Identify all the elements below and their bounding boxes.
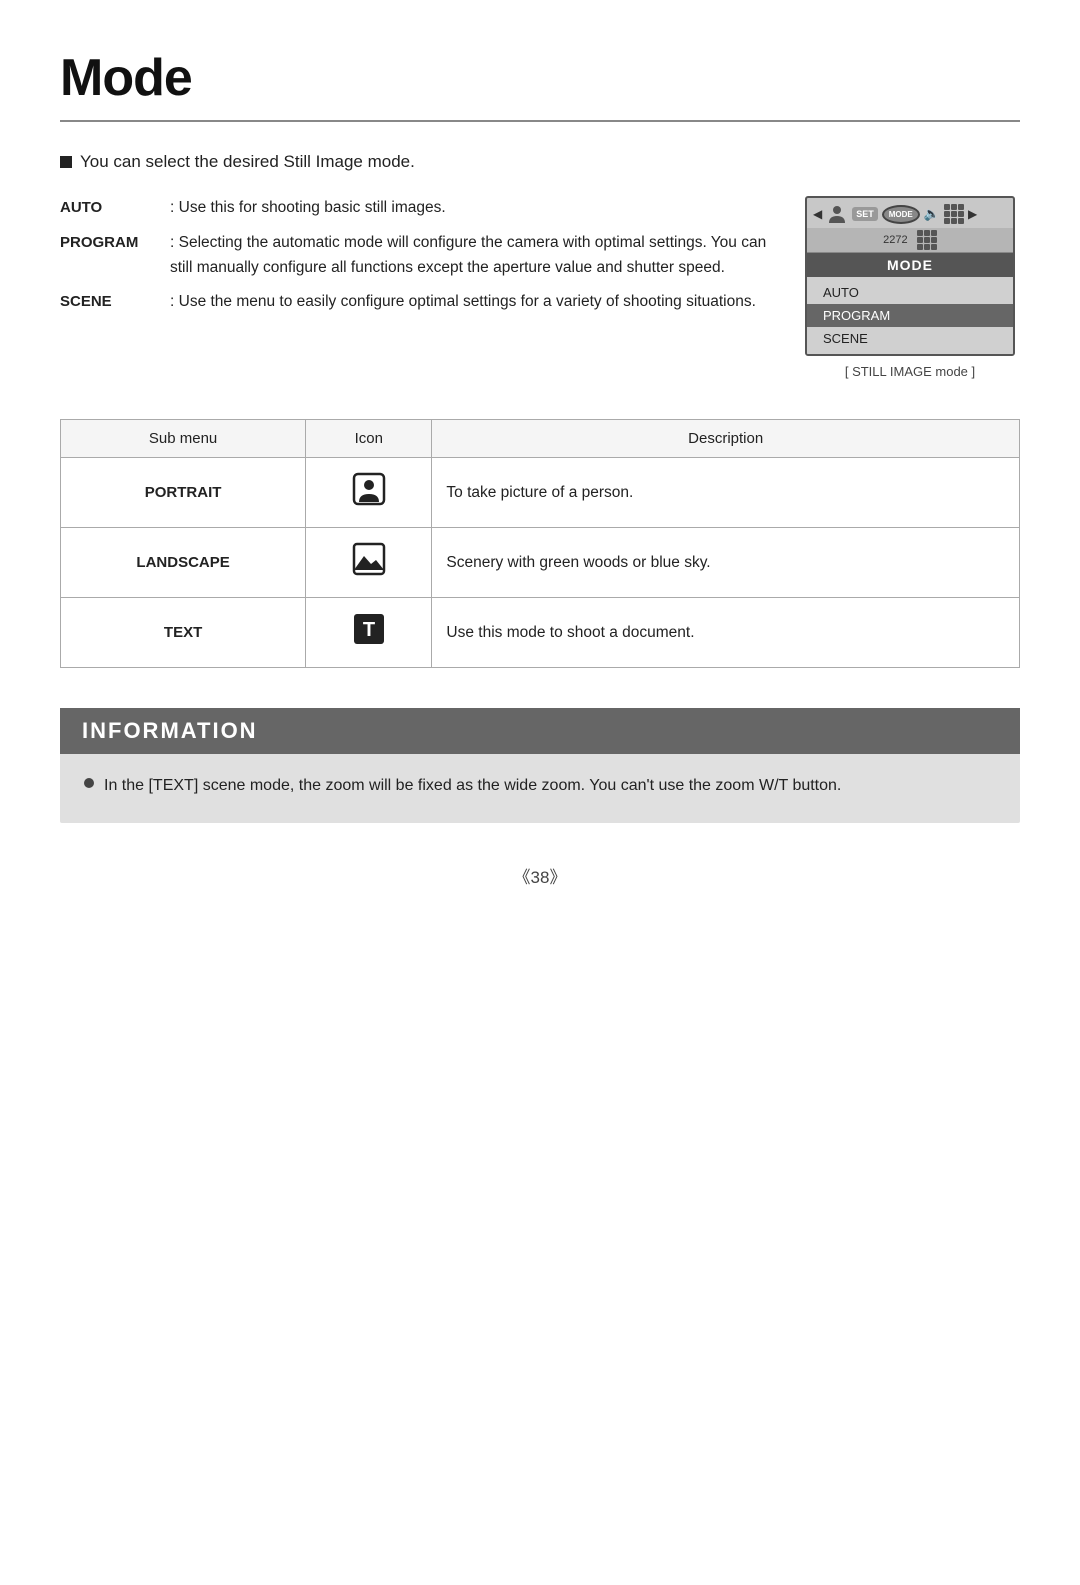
lcd-menu-auto: AUTO — [807, 281, 1013, 304]
mode-auto-label: AUTO — [60, 196, 170, 221]
camera-lcd: ◀ SET MODE 🔈 — [805, 196, 1015, 356]
lcd-arrow-left-icon: ◀ — [813, 207, 822, 221]
svg-text:T: T — [363, 619, 375, 641]
mode-auto-desc: : Use this for shooting basic still imag… — [170, 196, 770, 221]
text-desc: Use this mode to shoot a document. — [432, 598, 1020, 668]
info-bullet-icon — [84, 778, 94, 788]
square-bullet-icon — [60, 156, 72, 168]
lcd-menu-scene: SCENE — [807, 327, 1013, 350]
portrait-desc: To take picture of a person. — [432, 458, 1020, 528]
lcd-caption: [ STILL IMAGE mode ] — [845, 364, 975, 379]
portrait-icon-cell — [306, 458, 432, 528]
landscape-desc: Scenery with green woods or blue sky. — [432, 528, 1020, 598]
lcd-menu-items: AUTO PROGRAM SCENE — [807, 277, 1013, 354]
lcd-mode-icon: MODE — [882, 205, 920, 224]
mode-auto-row: AUTO : Use this for shooting basic still… — [60, 196, 770, 221]
mode-program-label: PROGRAM — [60, 231, 170, 281]
table-row-portrait: PORTRAIT To take picture of a person. — [61, 458, 1020, 528]
lcd-menu-program: PROGRAM — [807, 304, 1013, 327]
information-body: In the [TEXT] scene mode, the zoom will … — [60, 772, 1020, 799]
landscape-icon-cell — [306, 528, 432, 598]
table-header-submenu: Sub menu — [61, 420, 306, 458]
landscape-label: LANDSCAPE — [61, 528, 306, 598]
lcd-number-row: 2272 — [807, 228, 1013, 253]
text-icon-cell: T — [306, 598, 432, 668]
page-number: 《38》 — [60, 863, 1020, 888]
lcd-top-icons: ◀ SET MODE 🔈 — [807, 198, 1013, 228]
table-header-description: Description — [432, 420, 1020, 458]
scene-table: Sub menu Icon Description PORTRAIT To ta… — [60, 419, 1020, 668]
camera-lcd-wrapper: ◀ SET MODE 🔈 — [800, 196, 1020, 379]
portrait-icon — [352, 472, 386, 506]
mode-program-row: PROGRAM : Selecting the automatic mode w… — [60, 231, 770, 281]
mode-scene-desc: : Use the menu to easily configure optim… — [170, 290, 770, 315]
table-row-landscape: LANDSCAPE Scenery with green woods or bl… — [61, 528, 1020, 598]
information-section: INFORMATION In the [TEXT] scene mode, th… — [60, 708, 1020, 823]
lcd-mode-header: MODE — [807, 253, 1013, 277]
page-title: Mode — [60, 48, 1020, 122]
mode-scene-label: SCENE — [60, 290, 170, 315]
mode-program-desc: : Selecting the automatic mode will conf… — [170, 231, 770, 281]
text-mode-icon: T — [352, 612, 386, 646]
information-header: INFORMATION — [60, 708, 1020, 754]
lcd-set-icon: SET — [852, 207, 878, 221]
information-text: In the [TEXT] scene mode, the zoom will … — [104, 772, 841, 799]
modes-section: AUTO : Use this for shooting basic still… — [60, 196, 1020, 379]
lcd-speaker-icon: 🔈 — [924, 206, 940, 222]
landscape-icon — [352, 542, 386, 576]
text-label: TEXT — [61, 598, 306, 668]
modes-text: AUTO : Use this for shooting basic still… — [60, 196, 770, 379]
lcd-person-icon — [826, 203, 848, 225]
table-row-text: TEXT T Use this mode to shoot a document… — [61, 598, 1020, 668]
lcd-number-grid-icon — [917, 230, 937, 250]
mode-scene-row: SCENE : Use the menu to easily configure… — [60, 290, 770, 315]
table-header-icon: Icon — [306, 420, 432, 458]
portrait-label: PORTRAIT — [61, 458, 306, 528]
lcd-arrow-right-icon: ▶ — [968, 207, 977, 221]
intro-line: You can select the desired Still Image m… — [60, 152, 1020, 172]
intro-text: You can select the desired Still Image m… — [80, 152, 415, 172]
lcd-grid-icon — [944, 204, 964, 224]
